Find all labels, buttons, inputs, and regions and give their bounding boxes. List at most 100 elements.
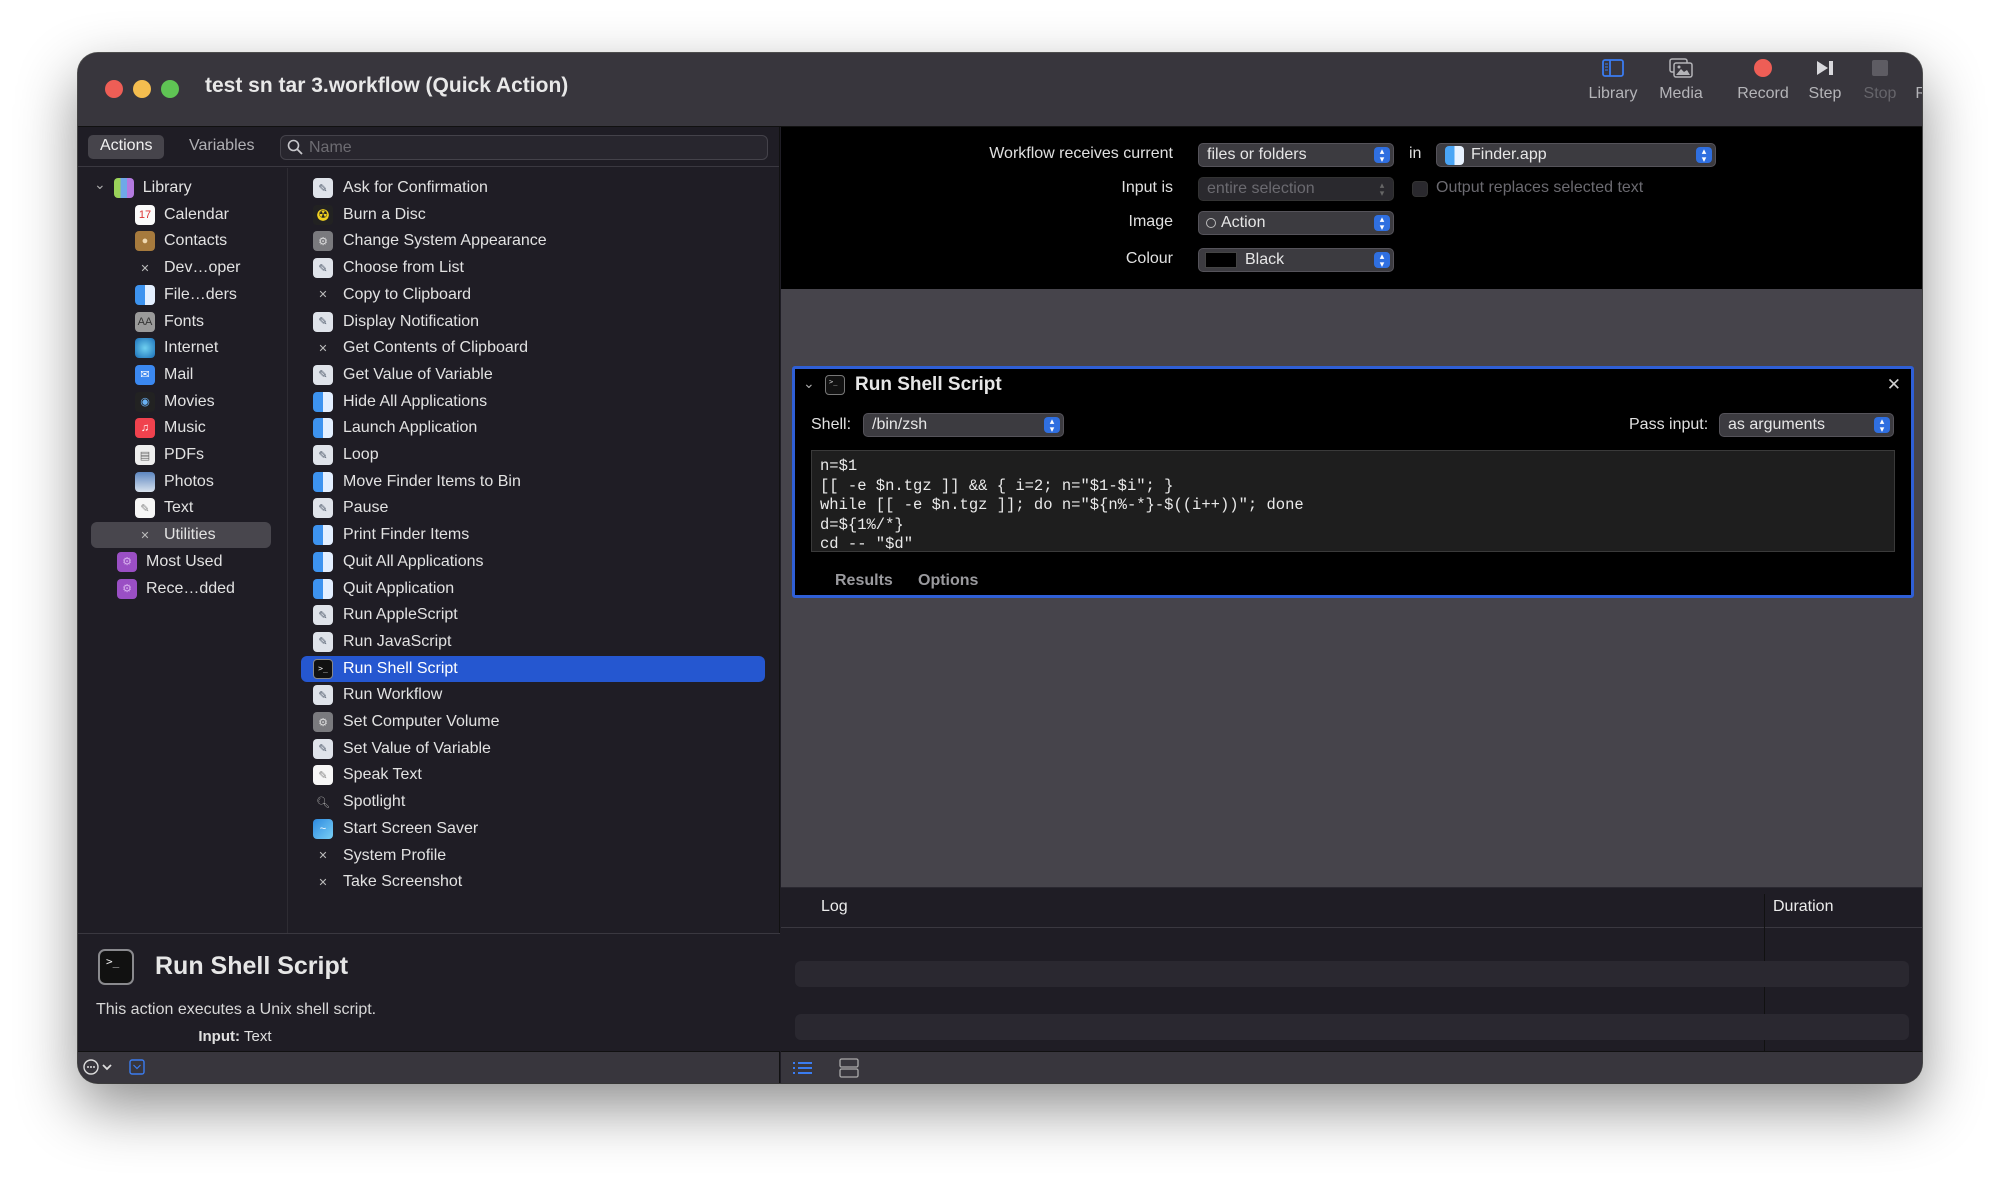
library-category[interactable]: AA Fonts (78, 309, 287, 335)
library-category[interactable]: ✕ Utilities (78, 522, 287, 549)
receives-popup[interactable]: files or folders ▴ ▾ (1198, 143, 1394, 167)
library-category[interactable]: 17 Calendar (78, 202, 287, 228)
finder-icon (313, 578, 333, 599)
zoom-window-button[interactable] (161, 80, 179, 98)
image-label: Image (1128, 213, 1173, 230)
action-list-item[interactable]: ✎ Run AppleScript (301, 602, 765, 628)
library-category[interactable]: ▤ PDFs (78, 442, 287, 468)
smart-group[interactable]: ⚙ Rece…dded (78, 576, 287, 602)
library-category[interactable]: Internet (78, 335, 287, 361)
tab-options[interactable]: Options (918, 572, 978, 590)
action-list-item[interactable]: ✎ Speak Text (301, 762, 765, 788)
action-list-item[interactable]: ✕ System Profile (301, 843, 765, 869)
library-category[interactable]: ✕ Dev…oper (78, 255, 287, 281)
action-list-item[interactable]: Print Finder Items (301, 522, 765, 548)
action-list-item[interactable]: Move Finder Items to Bin (301, 469, 765, 495)
run-toolbar-button[interactable]: Run (1895, 53, 1922, 103)
action-list-item[interactable]: Quit All Applications (301, 549, 765, 575)
media-toolbar-button[interactable]: Media (1646, 53, 1716, 103)
colour-popup[interactable]: Black ▴ ▾ (1198, 248, 1394, 272)
action-list-item[interactable]: Launch Application (301, 415, 765, 441)
action-list-item[interactable]: ✎ Ask for Confirmation (301, 175, 765, 201)
action-list-item[interactable]: ✎ Display Notification (301, 309, 765, 335)
library-category[interactable]: ● Contacts (78, 228, 287, 254)
image-popup[interactable]: Action ▴ ▾ (1198, 211, 1394, 235)
library-books-icon (113, 178, 134, 198)
run-shell-script-action[interactable]: ⌄ >_ Run Shell Script ✕ Shell: /bin/zsh … (792, 366, 1914, 598)
toggle-description-button[interactable] (129, 1059, 145, 1080)
more-options-button[interactable] (83, 1058, 117, 1081)
smart-folder-icon: ⚙ (117, 578, 137, 599)
action-list-item[interactable]: Hide All Applications (301, 389, 765, 415)
disclosure-chevron-icon[interactable]: ⌄ (94, 176, 106, 193)
library-category[interactable]: Photos (78, 469, 287, 495)
action-list-item[interactable]: ✎ Get Value of Variable (301, 362, 765, 388)
action-list-item[interactable]: ~ Start Screen Saver (301, 816, 765, 842)
library-category[interactable]: ◉ Movies (78, 389, 287, 415)
action-circle-icon (1206, 218, 1216, 228)
output-replaces-label: Output replaces selected text (1436, 179, 1644, 196)
pdf-icon: ▤ (135, 445, 155, 465)
pass-input-popup[interactable]: as arguments ▴ ▾ (1719, 413, 1894, 437)
action-list-item[interactable]: ✕ Get Contents of Clipboard (301, 335, 765, 361)
terminal-icon: >_ (825, 375, 845, 395)
action-list-item[interactable]: ✎ Loop (301, 442, 765, 468)
up-down-icon: ▴ ▾ (1374, 215, 1390, 232)
application-popup[interactable]: Finder.app ▴ ▾ (1436, 143, 1716, 167)
shell-popup[interactable]: /bin/zsh ▴ ▾ (863, 413, 1064, 437)
action-description: >_ Run Shell Script This action executes… (78, 933, 780, 1083)
action-list-item[interactable]: ⚙ Change System Appearance (301, 228, 765, 254)
search-icon (287, 139, 303, 160)
record-toolbar-button[interactable]: Record (1728, 53, 1798, 103)
library-category[interactable]: ✎ Text (78, 495, 287, 521)
list-view-button[interactable] (793, 1060, 813, 1081)
finder-icon (313, 391, 333, 412)
remove-action-button[interactable]: ✕ (1887, 375, 1901, 395)
split-view-button[interactable] (839, 1058, 859, 1083)
minimize-window-button[interactable] (133, 80, 151, 98)
library-category[interactable]: ✉ Mail (78, 362, 287, 388)
tab-actions[interactable]: Actions (88, 135, 165, 159)
library-toolbar-button[interactable]: Library (1578, 53, 1648, 103)
tab-variables[interactable]: Variables (177, 135, 267, 159)
workflow-settings: Workflow receives current files or folde… (781, 127, 1922, 289)
sidebar-icon (1602, 53, 1624, 83)
action-list-item[interactable]: ✎ Run JavaScript (301, 629, 765, 655)
music-icon: ♫ (135, 418, 155, 439)
library-category[interactable]: ♫ Music (78, 415, 287, 441)
action-list-item[interactable]: ✕ Copy to Clipboard (301, 282, 765, 308)
smart-group[interactable]: ⚙ Most Used (78, 549, 287, 575)
globe-icon (135, 338, 155, 359)
action-list-item[interactable]: ✎ Set Value of Variable (301, 736, 765, 762)
close-window-button[interactable] (105, 80, 123, 98)
action-list-item[interactable]: 🔍︎ Spotlight (301, 789, 765, 815)
collapse-chevron-icon[interactable]: ⌄ (803, 375, 815, 392)
log-column-header[interactable]: Log (821, 898, 848, 916)
library-category[interactable]: File…ders (78, 282, 287, 308)
action-list-item[interactable]: ☢ Burn a Disc (301, 202, 765, 228)
contacts-icon: ● (135, 231, 155, 252)
output-replaces-checkbox[interactable] (1412, 181, 1428, 197)
system-prefs-icon: ⚙ (313, 712, 333, 732)
automator-icon: ✎ (313, 364, 333, 385)
list-icon (793, 1062, 812, 1074)
action-list-item[interactable]: ✎ Run Workflow (301, 682, 765, 708)
search-field[interactable] (280, 135, 768, 160)
automator-icon: ✎ (313, 685, 333, 706)
action-list-item[interactable]: ✎ Pause (301, 495, 765, 521)
action-list-item[interactable]: ✕ Take Screenshot (301, 869, 765, 895)
tab-results[interactable]: Results (835, 572, 893, 590)
automator-icon: ✎ (313, 311, 333, 332)
log-row (795, 1014, 1909, 1040)
action-list-item[interactable]: Quit Application (301, 576, 765, 602)
library-root[interactable]: ⌄ Library (78, 175, 287, 201)
action-list-item[interactable]: ✎ Choose from List (301, 255, 765, 281)
duration-column-header[interactable]: Duration (1773, 898, 1833, 916)
quicktime-icon: ◉ (135, 391, 155, 412)
input-is-popup[interactable]: entire selection ▴ ▾ (1198, 177, 1394, 201)
search-input[interactable] (309, 137, 759, 158)
action-list-item[interactable]: >_ Run Shell Script (301, 655, 765, 682)
system-prefs-icon: ⚙ (313, 231, 333, 252)
script-editor[interactable]: n=$1 [[ -e $n.tgz ]] && { i=2; n="$1-$i"… (811, 450, 1895, 552)
action-list-item[interactable]: ⚙ Set Computer Volume (301, 709, 765, 735)
